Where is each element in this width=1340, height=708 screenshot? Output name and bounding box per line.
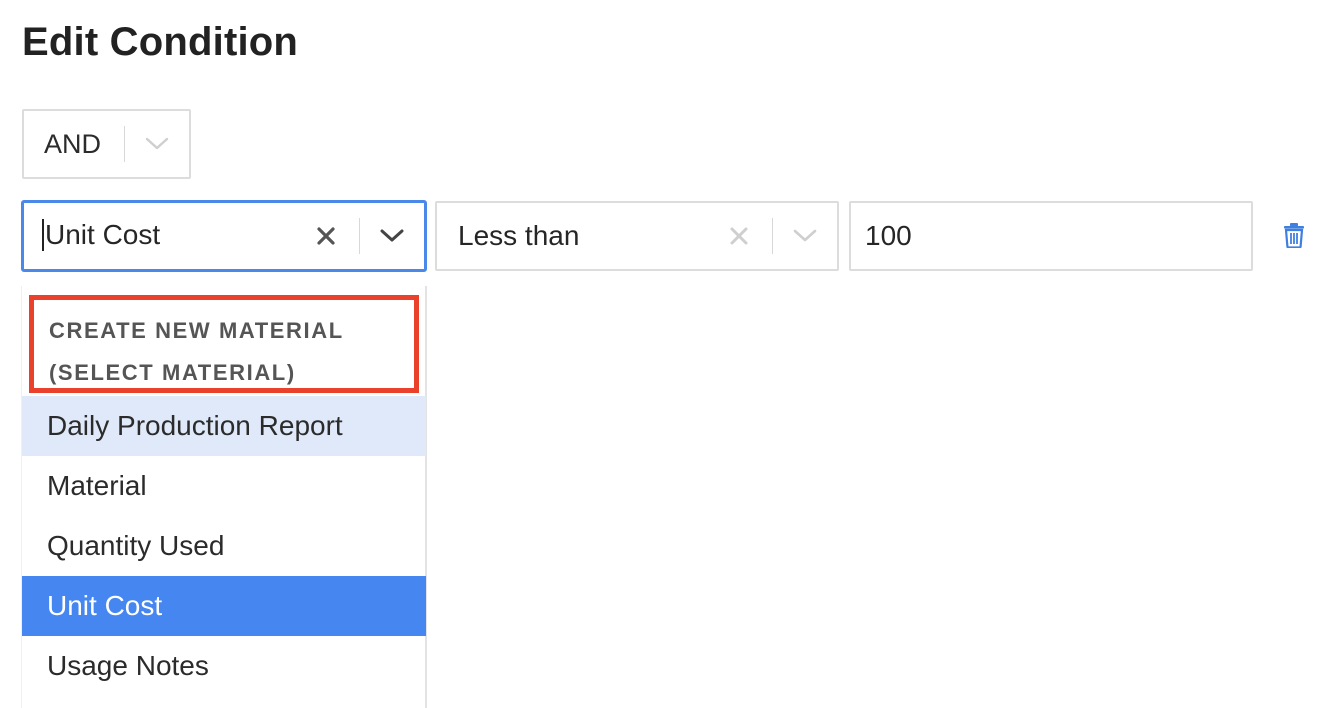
field-select-text: Unit Cost (45, 219, 161, 251)
operator-select-value: Less than (458, 220, 580, 251)
group-header-highlight: CREATE NEW MATERIAL (SELECT MATERIAL) (29, 295, 419, 393)
operator-select[interactable]: Less than (435, 201, 839, 271)
menu-option-material[interactable]: Material (22, 456, 426, 516)
field-select-value: Unit Cost (24, 218, 293, 253)
logic-operator-value: AND (44, 128, 102, 159)
trash-icon[interactable] (1281, 220, 1307, 250)
menu-option-quantity-used[interactable]: Quantity Used (22, 516, 426, 576)
condition-value-input[interactable] (849, 201, 1253, 271)
group-header-line: CREATE NEW MATERIAL (49, 318, 344, 343)
chevron-down-icon[interactable] (125, 111, 189, 177)
logic-operator-select[interactable]: AND (22, 109, 191, 179)
chevron-down-icon[interactable] (360, 203, 424, 269)
field-select[interactable]: Unit Cost (21, 200, 427, 272)
clear-icon[interactable] (293, 203, 359, 269)
chevron-down-icon[interactable] (773, 203, 837, 269)
menu-option-daily-production-report[interactable]: Daily Production Report (22, 396, 426, 456)
text-caret (42, 218, 44, 251)
page-title: Edit Condition (22, 20, 299, 64)
menu-option-unit-cost[interactable]: Unit Cost (22, 576, 426, 636)
field-dropdown-menu: CREATE NEW MATERIAL (SELECT MATERIAL) Da… (21, 286, 427, 708)
menu-option-usage-notes[interactable]: Usage Notes (22, 636, 426, 696)
clear-icon[interactable] (706, 203, 772, 269)
group-header-line: (SELECT MATERIAL) (49, 360, 296, 385)
